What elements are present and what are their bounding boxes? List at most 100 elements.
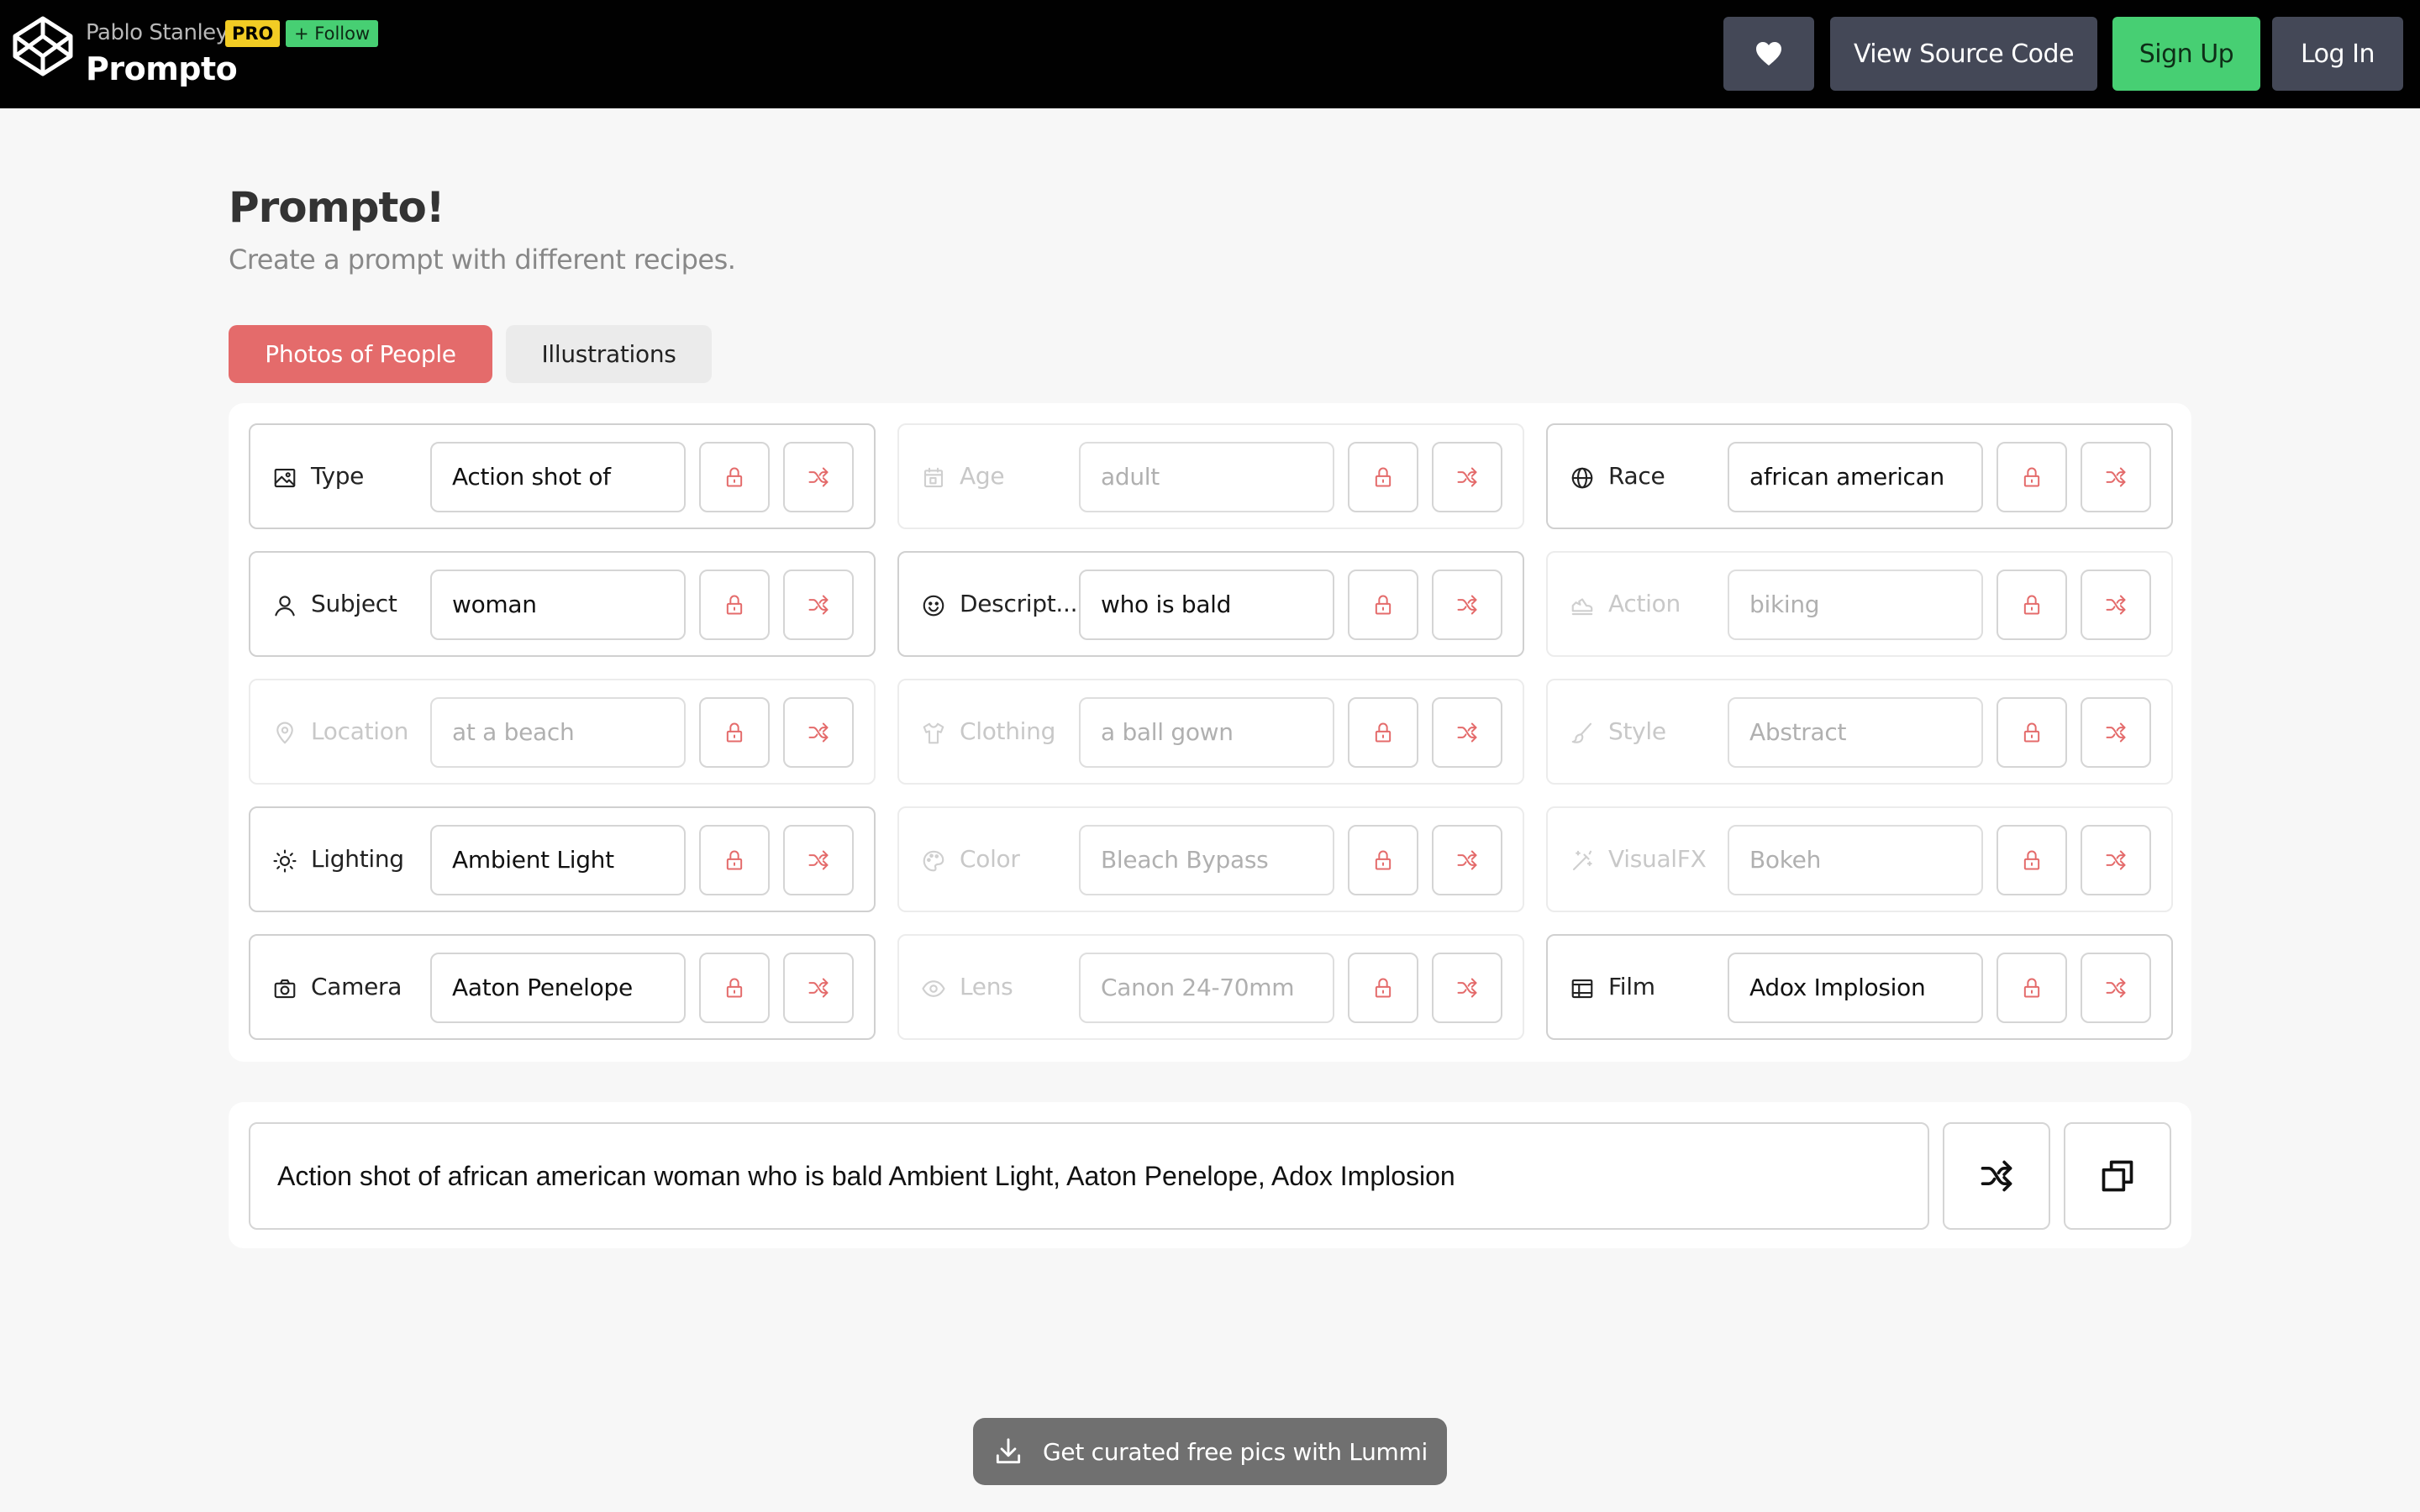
image-icon	[274, 468, 296, 488]
shuffle-button[interactable]	[1432, 825, 1502, 895]
copy-button[interactable]	[2064, 1122, 2171, 1230]
shuffle-button[interactable]	[2081, 697, 2151, 768]
lock-button[interactable]	[1348, 570, 1418, 640]
lock-icon	[2023, 595, 2040, 615]
recipe-card-location[interactable]: Location at a beach	[249, 679, 876, 785]
shuffle-icon	[808, 978, 829, 998]
lock-button[interactable]	[699, 697, 770, 768]
copy-icon	[2102, 1160, 2133, 1192]
lock-icon	[726, 467, 743, 487]
shuffle-all-button[interactable]	[1943, 1122, 2050, 1230]
recipe-card-color[interactable]: Color Bleach Bypass	[897, 806, 1524, 912]
recipe-input-age[interactable]: adult	[1079, 442, 1334, 512]
shuffle-button[interactable]	[1432, 570, 1502, 640]
recipe-input-subject[interactable]: woman	[430, 570, 686, 640]
lock-button[interactable]	[1348, 442, 1418, 512]
prompt-output[interactable]: Action shot of african american woman wh…	[249, 1122, 1929, 1230]
recipe-card-action[interactable]: Action biking	[1546, 551, 2173, 657]
author-name[interactable]: Pablo Stanley	[86, 20, 229, 45]
shuffle-button[interactable]	[783, 442, 854, 512]
lock-button[interactable]	[1348, 953, 1418, 1023]
recipe-label: Camera	[311, 973, 402, 1000]
lock-icon	[2023, 722, 2040, 743]
shuffle-button[interactable]	[783, 953, 854, 1023]
recipe-input-action[interactable]: biking	[1728, 570, 1983, 640]
recipe-input-color[interactable]: Bleach Bypass	[1079, 825, 1334, 895]
love-button[interactable]	[1723, 17, 1814, 91]
lock-icon	[2023, 467, 2040, 487]
shuffle-button[interactable]	[1432, 442, 1502, 512]
magic-wand-icon-wrap	[1570, 848, 1595, 874]
recipe-card-clothing[interactable]: Clothing a ball gown	[897, 679, 1524, 785]
lock-button[interactable]	[1348, 697, 1418, 768]
eye-icon	[922, 980, 945, 997]
shuffle-button[interactable]	[2081, 570, 2151, 640]
recipe-card-subject[interactable]: Subject woman	[249, 551, 876, 657]
shuffle-button[interactable]	[1432, 953, 1502, 1023]
recipe-input-descript[interactable]: who is bald	[1079, 570, 1334, 640]
tab-photos-of-people[interactable]: Photos of People	[229, 325, 492, 383]
recipe-input-film[interactable]: Adox Implosion	[1728, 953, 1983, 1023]
lock-button[interactable]	[1996, 825, 2067, 895]
lock-button[interactable]	[1996, 442, 2067, 512]
recipe-input-location[interactable]: at a beach	[430, 697, 686, 768]
recipe-label: Subject	[311, 590, 397, 617]
lock-icon	[2023, 978, 2040, 998]
recipe-card-visualfx[interactable]: VisualFX Bokeh	[1546, 806, 2173, 912]
recipe-label: Descript...	[960, 590, 1078, 617]
shuffle-icon	[808, 595, 829, 615]
lock-button[interactable]	[1996, 570, 2067, 640]
lock-button[interactable]	[1348, 825, 1418, 895]
lock-button[interactable]	[699, 953, 770, 1023]
recipe-card-race[interactable]: Race african american	[1546, 423, 2173, 529]
recipe-input-lens[interactable]: Canon 24-70mm	[1079, 953, 1334, 1023]
lock-button[interactable]	[699, 570, 770, 640]
shuffle-icon	[808, 467, 829, 487]
recipe-label: VisualFX	[1608, 845, 1707, 873]
lock-button[interactable]	[1996, 953, 2067, 1023]
recipe-input-type[interactable]: Action shot of	[430, 442, 686, 512]
recipe-input-clothing[interactable]: a ball gown	[1079, 697, 1334, 768]
magic-wand-icon	[1572, 850, 1592, 871]
lummi-promo-button[interactable]: Get curated free pics with Lummi	[973, 1418, 1447, 1485]
codepen-logo-icon[interactable]	[12, 15, 74, 77]
recipe-input-style[interactable]: Abstract	[1728, 697, 1983, 768]
tshirt-icon-wrap	[921, 721, 946, 746]
recipe-card-lens[interactable]: Lens Canon 24-70mm	[897, 934, 1524, 1040]
shuffle-button[interactable]	[783, 825, 854, 895]
tab-illustrations[interactable]: Illustrations	[506, 325, 712, 383]
shuffle-button[interactable]	[2081, 953, 2151, 1023]
shuffle-icon	[2106, 595, 2126, 615]
lock-icon	[1375, 978, 1392, 998]
shuffle-button[interactable]	[783, 570, 854, 640]
follow-button[interactable]: + Follow	[286, 20, 379, 47]
recipe-label: Action	[1608, 590, 1681, 617]
recipe-card-camera[interactable]: Camera Aaton Penelope	[249, 934, 876, 1040]
sign-up-button[interactable]: Sign Up	[2112, 17, 2260, 91]
recipe-input-race[interactable]: african american	[1728, 442, 1983, 512]
shuffle-icon	[808, 722, 829, 743]
shuffle-icon	[1457, 722, 1477, 743]
recipe-input-visualfx[interactable]: Bokeh	[1728, 825, 1983, 895]
top-bar: Pablo Stanley PRO + Follow Prompto View …	[0, 0, 2420, 108]
recipe-card-film[interactable]: Film Adox Implosion	[1546, 934, 2173, 1040]
view-source-button[interactable]: View Source Code	[1830, 17, 2097, 91]
log-in-button[interactable]: Log In	[2272, 17, 2403, 91]
recipe-input-camera[interactable]: Aaton Penelope	[430, 953, 686, 1023]
shuffle-button[interactable]	[2081, 825, 2151, 895]
recipe-card-descript[interactable]: Descript... who is bald	[897, 551, 1524, 657]
lock-button[interactable]	[699, 825, 770, 895]
recipe-card-lighting[interactable]: Lighting Ambient Light	[249, 806, 876, 912]
lock-icon	[1375, 595, 1392, 615]
recipe-input-lighting[interactable]: Ambient Light	[430, 825, 686, 895]
shuffle-button[interactable]	[1432, 697, 1502, 768]
recipe-card-type[interactable]: Type Action shot of	[249, 423, 876, 529]
shuffle-button[interactable]	[783, 697, 854, 768]
lock-button[interactable]	[699, 442, 770, 512]
recipe-card-style[interactable]: Style Abstract	[1546, 679, 2173, 785]
lock-button[interactable]	[1996, 697, 2067, 768]
recipe-card-age[interactable]: Age adult	[897, 423, 1524, 529]
shuffle-button[interactable]	[2081, 442, 2151, 512]
shuffle-icon	[2106, 850, 2126, 870]
recipe-label: Age	[960, 462, 1005, 490]
